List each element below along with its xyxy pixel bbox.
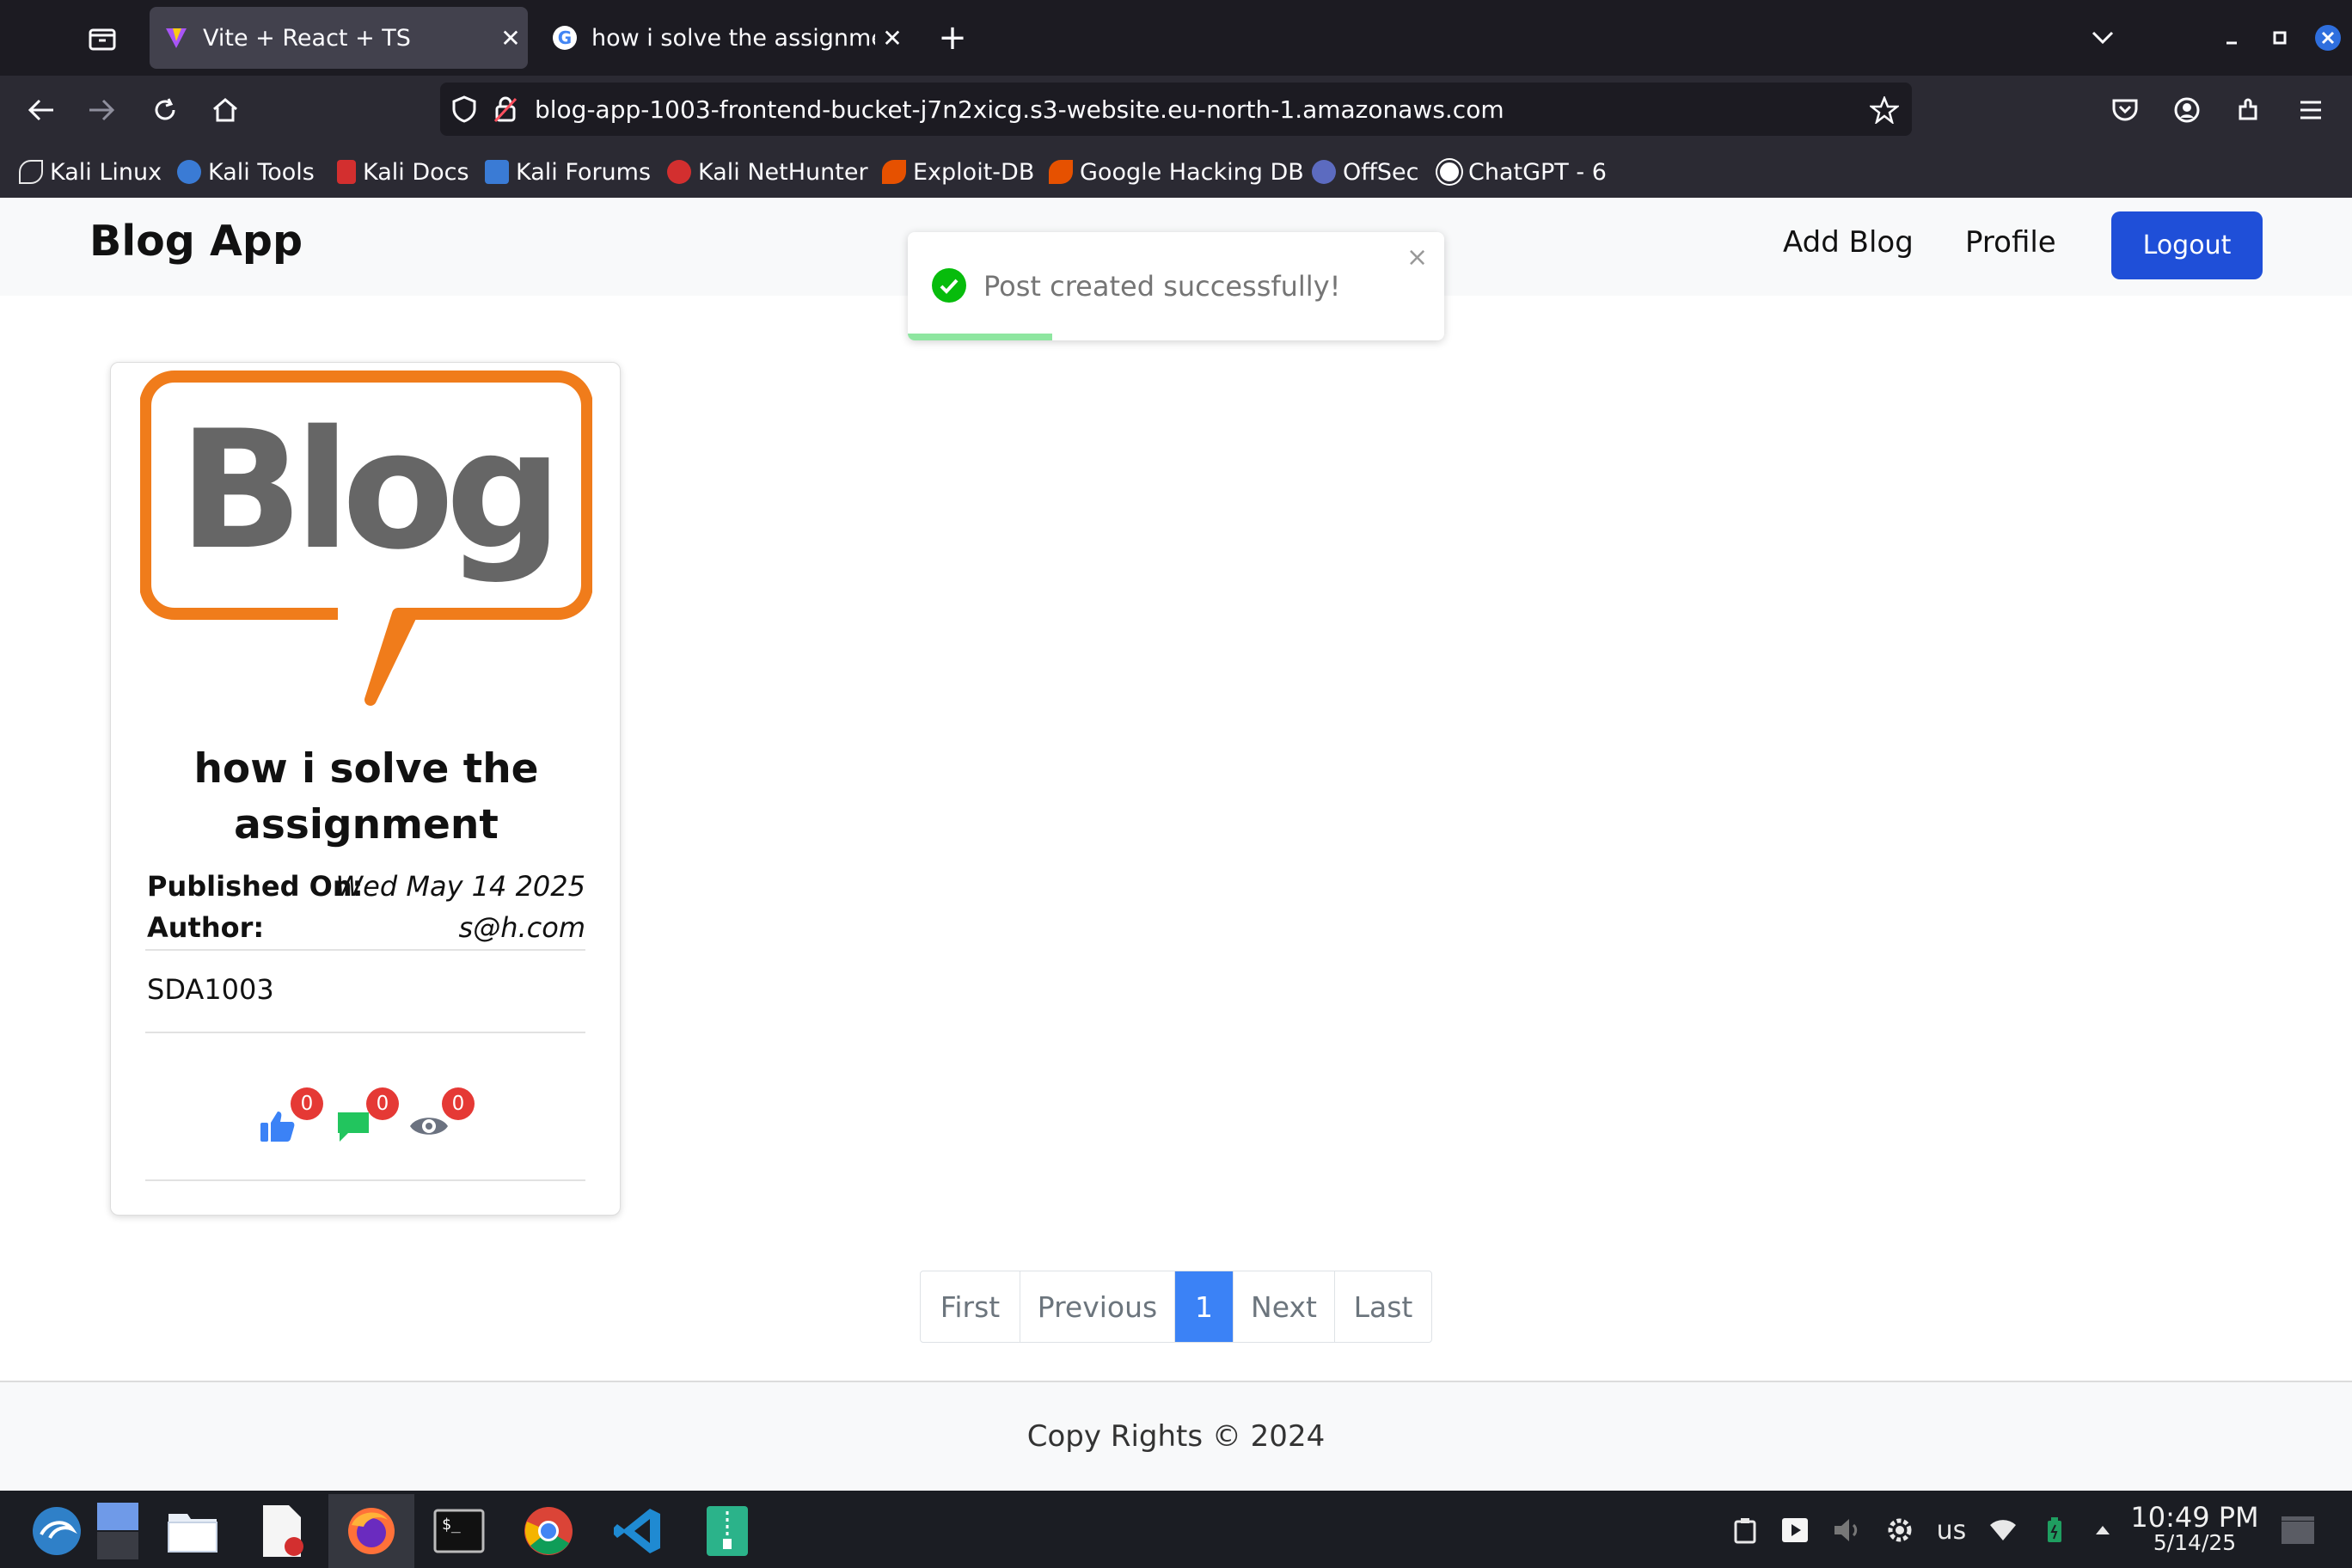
tab-close-icon[interactable]: ✕ bbox=[875, 24, 910, 52]
success-check-icon bbox=[932, 268, 966, 303]
views-count-badge: 0 bbox=[442, 1087, 475, 1120]
new-tab-icon[interactable]: + bbox=[935, 18, 970, 58]
kali-menu-icon[interactable] bbox=[14, 1494, 100, 1568]
bookmark-kali-linux[interactable]: Kali Linux bbox=[19, 150, 162, 194]
vscode-icon[interactable] bbox=[595, 1494, 681, 1568]
show-desktop-icon[interactable] bbox=[2276, 1510, 2319, 1551]
keyboard-layout[interactable]: us bbox=[1932, 1510, 1970, 1551]
footer-copyright: Copy Rights © 2024 bbox=[1026, 1419, 1326, 1454]
tab-google-search[interactable]: G how i solve the assignment ✕ bbox=[538, 7, 910, 69]
firefox-icon[interactable] bbox=[328, 1494, 414, 1568]
back-arrow-icon[interactable] bbox=[22, 91, 60, 129]
vite-icon bbox=[163, 25, 189, 51]
tab-close-icon[interactable]: ✕ bbox=[493, 24, 528, 52]
insecure-lock-icon[interactable] bbox=[493, 95, 518, 123]
bookmark-google-hacking-db[interactable]: Google Hacking DB bbox=[1049, 150, 1304, 194]
address-bar[interactable]: blog-app-1003-frontend-bucket-j7n2xicg.s… bbox=[440, 83, 1912, 136]
url-text: blog-app-1003-frontend-bucket-j7n2xicg.s… bbox=[535, 95, 1504, 124]
divider bbox=[145, 949, 585, 951]
pagination: First Previous 1 Next Last bbox=[920, 1271, 1432, 1343]
brand-logo[interactable]: Blog App bbox=[89, 217, 303, 266]
pocket-icon[interactable] bbox=[2106, 91, 2144, 129]
kali-dragon-icon bbox=[19, 160, 43, 184]
kali-forums-icon bbox=[485, 160, 509, 184]
volume-muted-icon[interactable] bbox=[1829, 1510, 1867, 1551]
reload-icon[interactable] bbox=[146, 91, 184, 129]
nav-add-blog[interactable]: Add Blog bbox=[1783, 225, 1914, 260]
post-title[interactable]: how i solve the assignment bbox=[111, 741, 622, 853]
page-first[interactable]: First bbox=[921, 1271, 1020, 1342]
bookmark-kali-tools[interactable]: Kali Tools bbox=[177, 150, 315, 194]
svg-text:$_: $_ bbox=[442, 1516, 461, 1534]
extensions-icon[interactable] bbox=[2230, 91, 2268, 129]
page-next[interactable]: Next bbox=[1234, 1271, 1335, 1342]
settings-gear-icon[interactable] bbox=[1883, 1510, 1917, 1551]
offsec-icon bbox=[1312, 160, 1336, 184]
chatgpt-icon bbox=[1437, 160, 1461, 184]
clock-date[interactable]: 5/14/25 bbox=[2122, 1530, 2268, 1555]
media-play-icon[interactable] bbox=[1778, 1510, 1812, 1551]
close-window-icon[interactable] bbox=[2311, 21, 2345, 55]
published-label: Published On: bbox=[147, 870, 364, 903]
bookmark-offsec[interactable]: OffSec bbox=[1312, 150, 1418, 194]
blog-logo-text: Blog bbox=[179, 395, 554, 585]
google-icon: G bbox=[552, 25, 578, 51]
forward-arrow-icon[interactable] bbox=[83, 91, 120, 129]
text-editor-icon[interactable] bbox=[239, 1494, 325, 1568]
file-manager-icon[interactable] bbox=[150, 1494, 236, 1568]
published-date: Wed May 14 2025 bbox=[335, 870, 585, 903]
nav-profile[interactable]: Profile bbox=[1965, 225, 2056, 260]
bookmark-kali-nethunter[interactable]: Kali NetHunter bbox=[667, 150, 868, 194]
hamburger-menu-icon[interactable] bbox=[2292, 91, 2330, 129]
logout-button[interactable]: Logout bbox=[2111, 211, 2263, 279]
tray-expand-icon[interactable] bbox=[2087, 1510, 2118, 1551]
page-1[interactable]: 1 bbox=[1175, 1271, 1234, 1342]
workspace-switcher-icon[interactable] bbox=[88, 1494, 148, 1568]
bookmark-kali-docs[interactable]: Kali Docs bbox=[337, 150, 469, 194]
account-icon[interactable] bbox=[2168, 91, 2206, 129]
divider bbox=[145, 1032, 585, 1033]
bookmark-star-icon[interactable] bbox=[1865, 91, 1903, 129]
exploit-db-icon bbox=[882, 160, 906, 184]
terminal-icon[interactable]: $_ bbox=[416, 1494, 502, 1568]
wifi-icon[interactable] bbox=[1986, 1510, 2020, 1551]
tab-vite-react[interactable]: Vite + React + TS ✕ bbox=[150, 7, 528, 69]
ghdb-icon bbox=[1049, 160, 1073, 184]
minimize-icon[interactable] bbox=[2214, 21, 2249, 55]
list-all-tabs-icon[interactable] bbox=[2086, 21, 2120, 55]
bookmark-kali-forums[interactable]: Kali Forums bbox=[485, 150, 651, 194]
clock-time[interactable]: 10:49 PM bbox=[2122, 1501, 2268, 1534]
blog-card[interactable]: Blog how i solve the assignment Publishe… bbox=[110, 362, 621, 1216]
nethunter-icon bbox=[667, 160, 691, 184]
author-email: s@h.com bbox=[458, 911, 585, 944]
page-last[interactable]: Last bbox=[1335, 1271, 1431, 1342]
clipboard-tray-icon[interactable] bbox=[1728, 1510, 1762, 1551]
battery-icon[interactable] bbox=[2037, 1510, 2072, 1551]
kali-docs-icon bbox=[337, 160, 356, 184]
post-content: SDA1003 bbox=[147, 973, 274, 1006]
maximize-icon[interactable] bbox=[2263, 21, 2297, 55]
toast-message: Post created successfully! bbox=[983, 270, 1341, 303]
blog-card-image: Blog bbox=[139, 370, 593, 707]
tab-overview-icon[interactable] bbox=[84, 21, 120, 57]
kali-tools-icon bbox=[177, 160, 201, 184]
toast-notification: Post created successfully! × bbox=[908, 232, 1444, 340]
tab-title: how i solve the assignment bbox=[591, 24, 875, 52]
author-label: Author: bbox=[147, 911, 265, 944]
toast-progress-bar bbox=[908, 334, 1053, 340]
archive-manager-icon[interactable] bbox=[684, 1494, 770, 1568]
divider bbox=[145, 1179, 585, 1181]
svg-text:G: G bbox=[558, 28, 572, 48]
comments-count-badge: 0 bbox=[366, 1087, 399, 1120]
tracking-shield-icon[interactable] bbox=[452, 95, 476, 123]
chrome-icon[interactable] bbox=[505, 1494, 591, 1568]
home-icon[interactable] bbox=[206, 91, 244, 129]
tab-title: Vite + React + TS bbox=[203, 24, 411, 52]
toast-close-icon[interactable]: × bbox=[1406, 242, 1428, 273]
likes-count-badge: 0 bbox=[291, 1087, 323, 1120]
bookmark-chatgpt[interactable]: ChatGPT - 6 bbox=[1437, 150, 1607, 194]
page-previous[interactable]: Previous bbox=[1020, 1271, 1175, 1342]
bookmark-exploit-db[interactable]: Exploit-DB bbox=[882, 150, 1034, 194]
